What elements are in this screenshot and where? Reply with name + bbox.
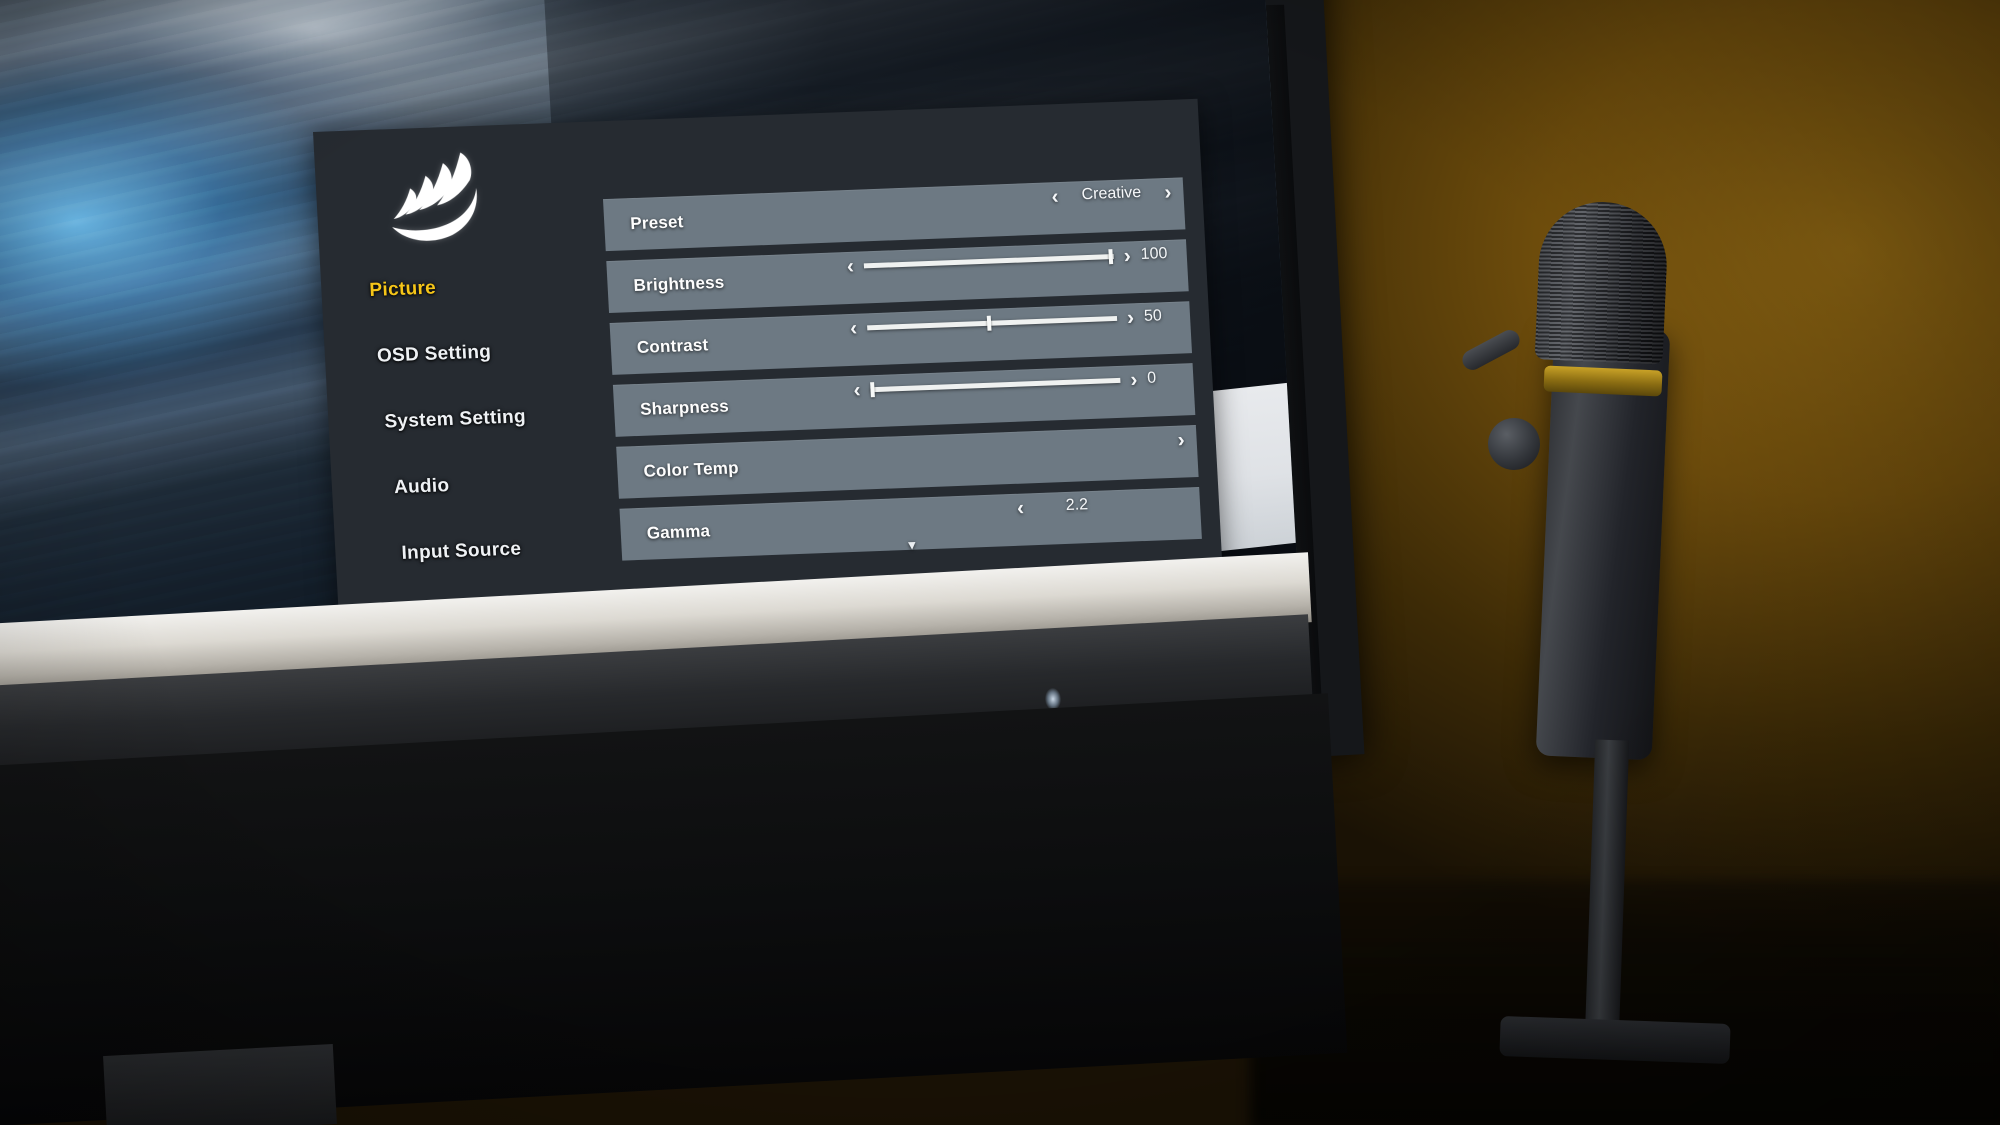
osd-row-gamma[interactable]: Gamma ‹ 2.2 ▾ (619, 486, 1202, 561)
row-label: Contrast (636, 335, 709, 357)
nav-label: Input Source (400, 538, 522, 564)
row-label: Brightness (633, 272, 725, 296)
row-label: Gamma (646, 521, 711, 543)
preset-value: Creative (1081, 183, 1142, 204)
mic-base (1499, 1015, 1731, 1065)
brightness-control[interactable]: ‹ › 100 (846, 228, 1177, 292)
color-temp-value (1082, 440, 1168, 443)
slider-knob[interactable] (986, 315, 992, 331)
chevron-left-icon[interactable]: ‹ (853, 378, 861, 401)
contrast-value: 50 (1143, 307, 1163, 325)
nav-label: Picture (368, 277, 437, 301)
scroll-down-caret-icon[interactable]: ▾ (908, 536, 916, 554)
sidebar-item-audio[interactable]: Audio (330, 448, 591, 524)
mic-gold-band (1543, 365, 1663, 397)
sharpness-slider[interactable] (870, 377, 1121, 397)
chevron-left-icon[interactable]: ‹ (850, 316, 858, 339)
preset-control[interactable]: ‹ Creative › (1050, 166, 1173, 222)
chevron-left-icon[interactable]: ‹ (1016, 496, 1024, 519)
sharpness-value: 0 (1146, 369, 1157, 387)
chevron-left-icon[interactable]: ‹ (1051, 185, 1059, 208)
contrast-control[interactable]: ‹ › 50 (849, 290, 1180, 354)
brightness-slider[interactable] (863, 248, 1114, 268)
mic-gain-knob (1487, 417, 1541, 471)
sidebar-item-system-setting[interactable]: System Setting (327, 382, 588, 458)
nav-label: Audio (393, 475, 450, 499)
mic-grille (1534, 199, 1670, 365)
photo-scene: 7:17 PM 10/2/2022 6 Picture O (0, 0, 2000, 1125)
brightness-value: 100 (1140, 245, 1168, 264)
row-label: Sharpness (639, 396, 730, 419)
row-label: Color Temp (643, 458, 740, 481)
slider-knob[interactable] (870, 381, 875, 397)
chevron-right-icon[interactable]: › (1164, 180, 1172, 203)
chevron-left-icon[interactable]: ‹ (846, 254, 854, 277)
chevron-right-icon[interactable]: › (1123, 244, 1131, 267)
corsair-sails-logo (376, 145, 501, 253)
sidebar-item-osd-setting[interactable]: OSD Setting (323, 316, 584, 392)
chevron-right-icon[interactable]: › (1177, 428, 1185, 451)
row-label: Preset (629, 212, 684, 234)
chevron-right-icon[interactable]: › (1126, 306, 1134, 329)
osd-option-rows[interactable]: Preset ‹ Creative › Brightness ‹ › 100 C… (602, 177, 1202, 570)
color-temp-control[interactable]: › (1080, 414, 1186, 470)
slider-knob[interactable] (1108, 248, 1114, 264)
nav-label: OSD Setting (376, 341, 492, 367)
contrast-slider[interactable] (867, 315, 1118, 331)
sidebar-item-input-source[interactable]: Input Source (334, 514, 595, 590)
sharpness-control[interactable]: ‹ › 0 (852, 352, 1183, 416)
usb-microphone (1440, 180, 1910, 1065)
chevron-right-icon[interactable]: › (1130, 368, 1138, 391)
monitor-stand-neck (103, 1044, 337, 1125)
gamma-control[interactable]: ‹ 2.2 (1016, 478, 1122, 534)
nav-label: System Setting (383, 406, 527, 433)
gamma-value: 2.2 (1065, 496, 1089, 514)
sidebar-item-picture[interactable]: Picture (320, 250, 581, 326)
mic-mount-arm (1458, 326, 1524, 374)
